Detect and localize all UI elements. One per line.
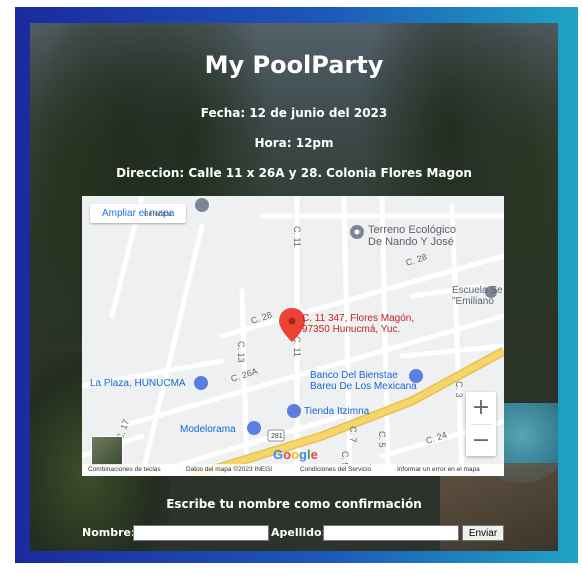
invitation-panel: My PoolParty Fecha: 12 de junio del 2023… — [30, 23, 558, 551]
street-label-c7: C. 7 — [348, 426, 358, 443]
zoom-controls: + − — [466, 392, 496, 456]
poi-terreno[interactable]: Terreno Ecológico De Nando Y José — [368, 224, 456, 248]
street-label-c3: C. 3 — [454, 381, 464, 398]
zoom-out-button[interactable]: − — [466, 425, 496, 457]
nombre-input[interactable] — [133, 525, 269, 541]
map-data-text: Datos del mapa ©2023 INEGI — [186, 466, 273, 473]
poi-beronica[interactable]: Beronica — [144, 211, 172, 218]
poi-modelorama[interactable]: Modelorama — [180, 424, 236, 435]
report-error-link[interactable]: Informar un error en el mapa — [397, 466, 480, 473]
poi-laplaza[interactable]: La Plaza, HUNUCMA — [90, 378, 186, 389]
event-time: Hora: 12pm — [254, 136, 334, 150]
submit-button[interactable]: Enviar — [462, 525, 504, 541]
event-date: Fecha: 12 de junio del 2023 — [200, 106, 388, 120]
satellite-toggle[interactable] — [91, 436, 123, 466]
page-title: My PoolParty — [204, 51, 384, 79]
street-label-c5: C. 5 — [377, 431, 387, 448]
poi-banco[interactable]: Banco Del Bienstae Bareu De Los Mexicana — [310, 370, 417, 392]
street-label-c13: C. 13 — [236, 341, 246, 363]
poi-escuela[interactable]: Escuela Se "Emiliano — [452, 285, 503, 307]
terms-link[interactable]: Condiciones del Servicio — [300, 466, 371, 473]
nombre-label: Nombre: — [82, 526, 136, 539]
confirmation-form: Nombre: Apellido: Enviar — [30, 525, 558, 543]
map-footer: Combinaciones de teclas Datos del mapa ©… — [82, 464, 504, 476]
apellido-label: Apellido: — [271, 526, 326, 539]
highway-shield: 281 — [271, 433, 283, 440]
pin-address-label: C. 11 347, Flores Magón, 97350 Hunucmá, … — [302, 313, 415, 335]
zoom-in-button[interactable]: + — [466, 392, 496, 424]
google-logo: Google — [273, 447, 318, 462]
confirmation-heading: Escribe tu nombre como confirmación — [166, 497, 422, 511]
keyboard-shortcuts-link[interactable]: Combinaciones de teclas — [88, 466, 161, 473]
apellido-input[interactable] — [323, 525, 459, 541]
street-label-c11-top: C. 11 — [292, 226, 302, 247]
event-address: Direccion: Calle 11 x 26A y 28. Colonia … — [116, 166, 472, 180]
embedded-map[interactable]: C. 11 C. 11 C. 13 C. 9 C. 5 C. 7 C. 3 C.… — [82, 196, 504, 476]
poi-tienda[interactable]: Tienda Itzimna — [304, 406, 369, 417]
